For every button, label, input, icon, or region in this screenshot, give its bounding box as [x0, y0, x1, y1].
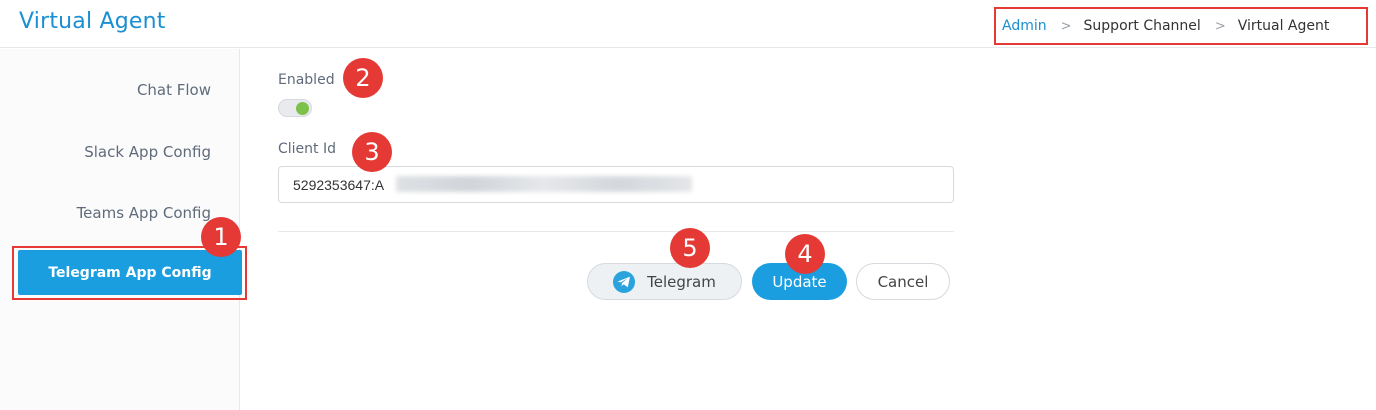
enabled-toggle[interactable]: [278, 99, 312, 117]
telegram-button[interactable]: Telegram: [587, 263, 742, 300]
callout-1: 1: [201, 217, 241, 257]
telegram-button-label: Telegram: [647, 272, 716, 291]
breadcrumb: Admin > Support Channel > Virtual Agent: [994, 7, 1368, 45]
page-title: Virtual Agent: [19, 9, 166, 34]
breadcrumb-admin-link[interactable]: Admin: [1002, 18, 1047, 34]
telegram-icon: [613, 270, 636, 293]
toggle-knob: [296, 102, 309, 115]
cancel-button[interactable]: Cancel: [856, 263, 950, 300]
redacted-blur: [396, 176, 692, 192]
callout-4: 4: [785, 234, 825, 274]
callout-5: 5: [670, 228, 710, 268]
chevron-right-icon: >: [1060, 18, 1072, 34]
page-header: Virtual Agent Admin > Support Channel > …: [0, 0, 1376, 48]
divider: [278, 231, 954, 232]
enabled-label: Enabled: [278, 72, 335, 88]
sidebar-item-chat-flow[interactable]: Chat Flow: [137, 81, 211, 99]
client-id-label: Client Id: [278, 141, 336, 157]
chevron-right-icon: >: [1214, 18, 1226, 34]
callout-3: 3: [352, 132, 392, 172]
callout-2: 2: [343, 58, 383, 98]
breadcrumb-current: Virtual Agent: [1237, 18, 1330, 34]
breadcrumb-support-channel[interactable]: Support Channel: [1084, 18, 1201, 34]
sidebar-item-teams-app-config[interactable]: Teams App Config: [77, 204, 211, 222]
sidebar-item-slack-app-config[interactable]: Slack App Config: [84, 143, 211, 161]
